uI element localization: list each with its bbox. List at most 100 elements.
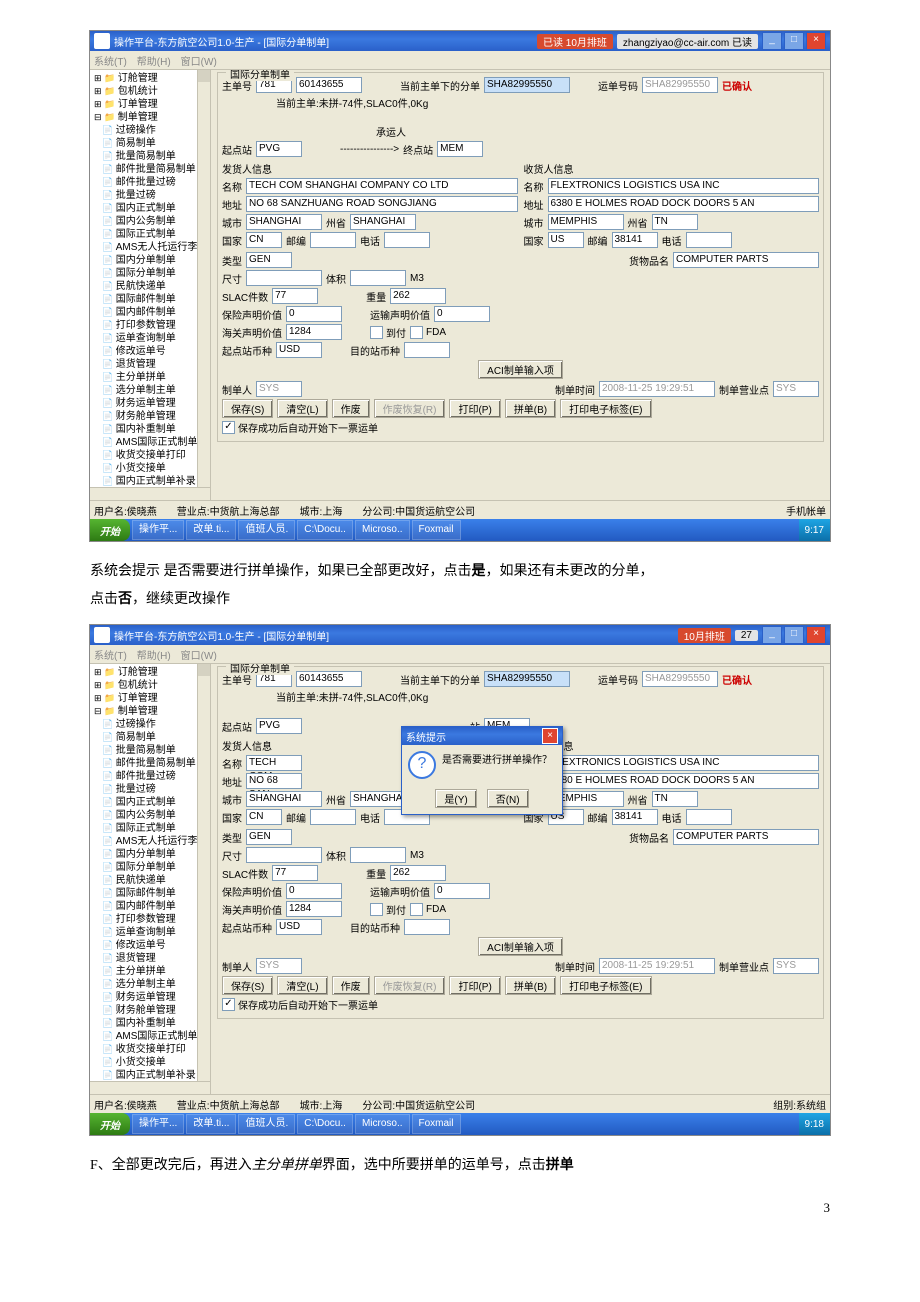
tree-item[interactable]: 主分单拼单 [94, 965, 210, 978]
close-button[interactable]: × [806, 626, 826, 644]
tree-item[interactable]: 财务舱单管理 [94, 1004, 210, 1017]
task-item[interactable]: Foxmail [412, 1114, 461, 1134]
tree-item[interactable]: 简易制单 [94, 137, 210, 150]
current-zhudan-select[interactable]: SHA82995550 [484, 77, 570, 93]
transport-input[interactable]: 0 [434, 883, 490, 899]
clear-button[interactable]: 清空(L) [277, 976, 327, 995]
tree-item[interactable]: 财务运单管理 [94, 397, 210, 410]
tree-item[interactable]: 运单查询制单 [94, 332, 210, 345]
tree-item[interactable]: 批量过磅 [94, 783, 210, 796]
receiver-post[interactable]: 38141 [612, 232, 658, 248]
tree-item[interactable]: 批量简易制单 [94, 744, 210, 757]
tree-scroll[interactable] [197, 70, 210, 500]
zhudan-number[interactable]: 60143655 [296, 77, 362, 93]
tree-item[interactable]: 订舱管理 [94, 666, 210, 679]
tree-item[interactable]: AMS国际正式制单 [94, 436, 210, 449]
type-input[interactable]: GEN [246, 829, 292, 845]
daofu-checkbox[interactable]: 到付 [370, 325, 406, 340]
tree-item[interactable]: 国内正式制单 [94, 796, 210, 809]
tree-item[interactable]: 选分单制主单 [94, 384, 210, 397]
menu-window[interactable]: 窗口(W) [181, 647, 217, 662]
tree-item[interactable]: 民航快递单 [94, 874, 210, 887]
tree-item[interactable]: 国内邮件制单 [94, 306, 210, 319]
auto-next-checkbox[interactable]: ✓保存成功后自动开始下一票运单 [222, 997, 378, 1012]
tree-item[interactable]: 批量过磅 [94, 189, 210, 202]
tree-item[interactable]: 国内分单制单 [94, 254, 210, 267]
goodsname-input[interactable]: COMPUTER PARTS [673, 829, 819, 845]
tree-item[interactable]: 运单查询制单 [94, 926, 210, 939]
daofu-checkbox[interactable]: 到付 [370, 902, 406, 917]
tree-item[interactable]: 过磅操作 [94, 124, 210, 137]
tree-item[interactable]: 简易制单 [94, 731, 210, 744]
menu-window[interactable]: 窗口(W) [181, 53, 217, 68]
print-button[interactable]: 打印(P) [449, 399, 500, 418]
tree-item[interactable]: 国内邮件制单 [94, 900, 210, 913]
task-item[interactable]: C:\Docu.. [297, 520, 353, 540]
restore-button[interactable]: □ [784, 32, 804, 50]
tree-item[interactable]: 国内正式制单 [94, 202, 210, 215]
size-input[interactable] [246, 270, 322, 286]
weight-input[interactable]: 262 [390, 288, 446, 304]
tree-item[interactable]: 邮件批量简易制单 [94, 757, 210, 770]
merge-button[interactable]: 拼单(B) [505, 399, 556, 418]
task-item[interactable]: 操作平... [132, 1114, 184, 1134]
tree-item[interactable]: 国际邮件制单 [94, 887, 210, 900]
restore-button[interactable]: □ [784, 626, 804, 644]
clear-button[interactable]: 清空(L) [277, 399, 327, 418]
sender-city[interactable]: SHANGHAI [246, 214, 322, 230]
slac-input[interactable]: 77 [272, 288, 318, 304]
task-item[interactable]: 改单.ti... [186, 520, 236, 540]
sender-addr[interactable]: NO 68 SAN [246, 773, 302, 789]
tree-hscroll[interactable] [90, 487, 210, 500]
tree-item[interactable]: 主分单拼单 [94, 371, 210, 384]
sender-post[interactable] [310, 809, 356, 825]
sender-prov[interactable]: SHANGHAI [350, 214, 416, 230]
tree-item[interactable]: 国际正式制单 [94, 228, 210, 241]
close-button[interactable]: × [806, 32, 826, 50]
menu-help[interactable]: 帮助(H) [137, 53, 171, 68]
receiver-tel[interactable] [686, 232, 732, 248]
tree-item[interactable]: 国际分单制单 [94, 267, 210, 280]
min-button[interactable]: _ [762, 626, 782, 644]
receiver-country[interactable]: US [548, 232, 584, 248]
sender-city[interactable]: SHANGHAI [246, 791, 322, 807]
nav-tree[interactable]: 订舱管理 包机统计 订单管理 制单管理 过磅操作 简易制单 批量简易制单 邮件批… [90, 664, 211, 1094]
save-button[interactable]: 保存(S) [222, 399, 273, 418]
tree-item[interactable]: 收货交接单打印 [94, 449, 210, 462]
transport-input[interactable]: 0 [434, 306, 490, 322]
insurance-input[interactable]: 0 [286, 306, 342, 322]
tree-item[interactable]: 包机统计 [94, 679, 210, 692]
sender-name[interactable]: TECH COM SHANGHAI COMPANY CO LTD [246, 178, 518, 194]
size-input[interactable] [246, 847, 322, 863]
curr-to-input[interactable] [404, 342, 450, 358]
receiver-post[interactable]: 38141 [612, 809, 658, 825]
tree-item[interactable]: 邮件批量过磅 [94, 176, 210, 189]
tree-item[interactable]: 小货交接单 [94, 1056, 210, 1069]
dialog-no-button[interactable]: 否(N) [487, 789, 529, 808]
tree-item[interactable]: 国内公务制单 [94, 215, 210, 228]
task-item[interactable]: Microso.. [355, 1114, 410, 1134]
insurance-input[interactable]: 0 [286, 883, 342, 899]
sender-addr[interactable]: NO 68 SANZHUANG ROAD SONGJIANG [246, 196, 518, 212]
tree-item[interactable]: 订单管理 [94, 98, 210, 111]
vol-input[interactable] [350, 847, 406, 863]
task-item[interactable]: Microso.. [355, 520, 410, 540]
print-button[interactable]: 打印(P) [449, 976, 500, 995]
tree-item[interactable]: 打印参数管理 [94, 913, 210, 926]
receiver-name[interactable]: FLEXTRONICS LOGISTICS USA INC [548, 755, 820, 771]
aci-button[interactable]: ACI制单输入项 [478, 937, 563, 956]
receiver-addr[interactable]: 6380 E HOLMES ROAD DOCK DOORS 5 AN [548, 196, 820, 212]
receiver-prov[interactable]: TN [652, 214, 698, 230]
task-item[interactable]: C:\Docu.. [297, 1114, 353, 1134]
receiver-city[interactable]: MEMPHIS [548, 214, 624, 230]
auto-next-checkbox[interactable]: ✓保存成功后自动开始下一票运单 [222, 420, 378, 435]
tree-item[interactable]: AMS无人托运行李制 [94, 241, 210, 254]
tree-item[interactable]: 选分单制主单 [94, 978, 210, 991]
tree-item[interactable]: 邮件批量过磅 [94, 770, 210, 783]
slac-input[interactable]: 77 [272, 865, 318, 881]
fda-checkbox[interactable]: FDA [410, 903, 446, 916]
start-button[interactable]: 开始 [90, 519, 130, 541]
type-input[interactable]: GEN [246, 252, 292, 268]
tree-item[interactable]: 打印参数管理 [94, 319, 210, 332]
task-item[interactable]: 值班人员. [238, 1114, 295, 1134]
